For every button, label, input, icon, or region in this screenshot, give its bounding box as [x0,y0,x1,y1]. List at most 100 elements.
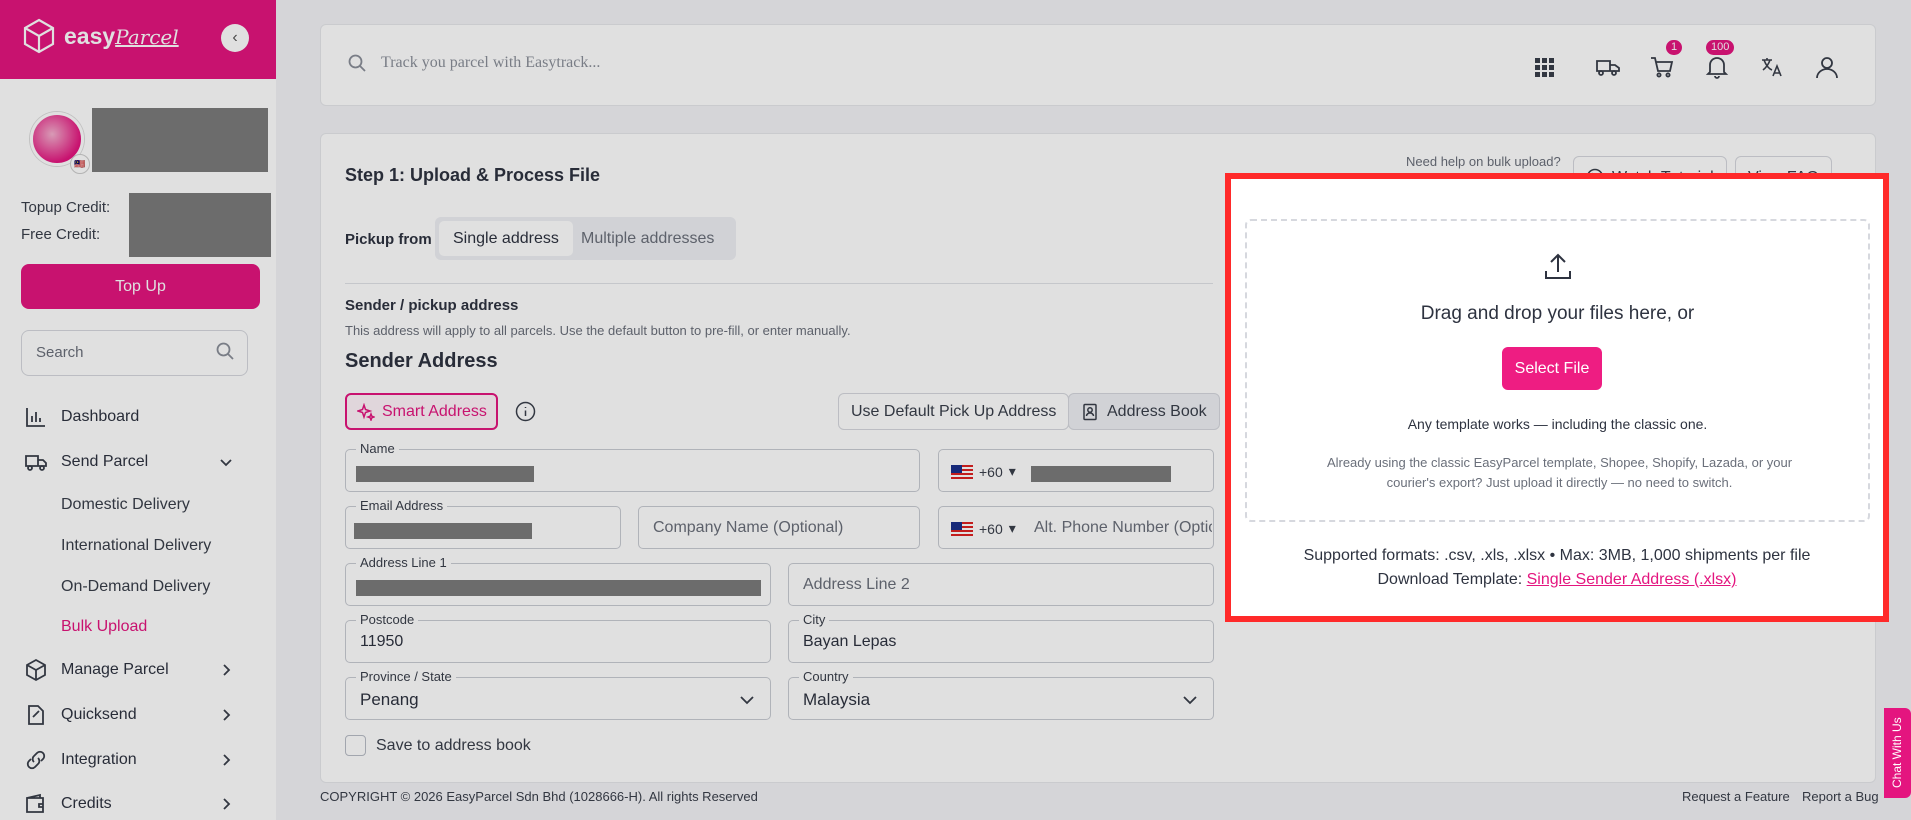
company-name-field[interactable]: Company Name (Optional) [638,506,920,549]
bell-icon[interactable] [1704,54,1730,80]
report-bug-link[interactable]: Report a Bug [1802,789,1879,804]
help-text: Need help on bulk upload? [1406,154,1561,169]
sidebar-item-quicksend[interactable]: Quicksend [24,703,248,727]
malaysia-flag-icon [951,521,973,536]
top-bar: Track you parcel with Easytrack... 1 100 [320,24,1876,106]
download-template-link[interactable]: Single Sender Address (.xlsx) [1527,571,1737,588]
email-field[interactable]: Email Address [345,498,621,549]
template-note: Any template works — including the class… [1407,416,1708,432]
upload-panel: Drag and drop your files here, or Select… [1225,173,1889,622]
download-template-row: Download Template: Single Sender Address… [1377,571,1737,588]
cart-badge: 1 [1666,40,1683,55]
user-account-icon[interactable] [1814,54,1840,80]
chevron-right-icon [223,664,231,676]
chevron-down-icon [1183,696,1197,705]
cart-icon[interactable] [1649,54,1675,80]
free-credit-label: Free Credit: [21,226,101,243]
search-icon [348,54,366,72]
track-search-input[interactable]: Track you parcel with Easytrack... [347,53,600,73]
apps-grid-icon[interactable] [1531,54,1557,80]
checkbox-box[interactable] [345,735,366,756]
phone-country-select[interactable]: +60 ▾ [951,463,1016,480]
redacted-email [354,523,532,539]
sidebar-search-input[interactable]: Search [21,330,248,376]
redacted-credit-values [129,193,271,257]
sparkle-icon [357,402,375,421]
phone-field[interactable]: +60 ▾ [938,449,1214,492]
topup-credit-label: Topup Credit: [21,199,111,216]
alt-phone-country-select[interactable]: +60 ▾ [951,520,1016,537]
help-row: Need help on bulk upload? [1406,154,1561,169]
chevron-right-icon [223,754,231,766]
pickup-from-label: Pickup from [345,231,432,248]
address-line-2-field[interactable]: Address Line 2 [788,563,1214,606]
step-title: Step 1: Upload & Process File [345,165,601,185]
save-to-address-book-checkbox[interactable]: Save to address book [345,735,531,756]
truck-icon [25,455,47,471]
document-edit-icon [28,705,44,725]
pickup-mode-toggle: Single address Multiple addresses [435,217,736,260]
chevron-down-icon [220,459,232,467]
sidebar-item-send-parcel[interactable]: Send Parcel [24,450,248,474]
redacted-address [356,580,761,596]
request-feature-link[interactable]: Request a Feature [1682,789,1790,804]
select-file-button[interactable]: Select File [1502,347,1602,390]
name-field[interactable]: Name [345,441,920,492]
country-flag-icon: 🇲🇾 [70,154,90,174]
chat-with-us-tab[interactable]: Chat With Us [1884,708,1911,798]
delivery-truck-icon[interactable] [1595,54,1621,80]
bar-chart-icon [26,408,45,427]
sidebar-item-international-delivery[interactable]: International Delivery [61,537,211,555]
info-icon[interactable] [515,401,536,422]
state-select[interactable]: Province / State Penang [345,669,771,720]
redacted-name [356,466,534,482]
sidebar-item-manage-parcel[interactable]: Manage Parcel [24,658,248,682]
single-address-option[interactable]: Single address [439,221,573,256]
malaysia-flag-icon [951,464,973,479]
notification-badge: 100 [1706,40,1735,55]
collapse-sidebar-button[interactable]: ‹ [221,24,249,52]
box-logo-icon [23,18,55,54]
chevron-right-icon [223,798,231,810]
sidebar-item-dashboard[interactable]: Dashboard [24,405,248,429]
postcode-field[interactable]: Postcode 11950 [345,612,771,663]
country-select[interactable]: Country Malaysia [788,669,1214,720]
use-default-pickup-button[interactable]: Use Default Pick Up Address [838,393,1070,430]
divider [345,283,1213,284]
multiple-addresses-option[interactable]: Multiple addresses [567,221,728,256]
package-icon [26,658,46,682]
wallet-icon [26,793,44,813]
contact-book-icon [1083,403,1097,420]
sender-address-title: Sender Address [345,350,498,372]
profile[interactable]: 🇲🇾 [30,112,90,174]
upload-icon [1545,253,1571,279]
easyparcel-logo[interactable]: easyParcel [22,18,179,54]
chevron-right-icon [223,709,231,721]
sidebar-item-bulk-upload[interactable]: Bulk Upload [61,618,147,636]
sidebar: easyParcel ‹ 🇲🇾 Topup Credit: Free Credi… [0,0,276,820]
link-icon [26,750,46,770]
chevron-down-icon [740,696,754,705]
footer-copyright: COPYRIGHT © 2026 EasyParcel Sdn Bhd (102… [320,789,758,804]
alt-phone-field[interactable]: +60▾ Alt. Phone Number (Optional) [938,506,1214,549]
sidebar-item-on-demand-delivery[interactable]: On-Demand Delivery [61,578,210,596]
sender-pickup-heading: Sender / pickup address [345,297,519,314]
supported-formats: Supported formats: .csv, .xls, .xlsx • M… [1303,547,1811,564]
address-book-button[interactable]: Address Book [1068,393,1220,430]
address-line-1-field[interactable]: Address Line 1 [345,555,771,606]
top-up-button[interactable]: Top Up [21,264,260,309]
translate-icon[interactable] [1759,54,1785,80]
search-icon [216,342,234,360]
sidebar-item-domestic-delivery[interactable]: Domestic Delivery [61,496,190,514]
file-dropzone[interactable]: Drag and drop your files here, or Select… [1245,219,1870,522]
redacted-username [92,108,268,172]
city-field[interactable]: City Bayan Lepas [788,612,1214,663]
smart-address-button[interactable]: Smart Address [345,393,498,430]
template-description: Already using the classic EasyParcel tem… [1326,455,1793,490]
sidebar-item-credits[interactable]: Credits [24,792,248,816]
sidebar-item-integration[interactable]: Integration [24,748,248,772]
redacted-phone [1031,466,1171,482]
brand-bar: easyParcel ‹ [0,0,276,79]
drop-text: Drag and drop your files here, or [1420,303,1695,324]
sender-pickup-description: This address will apply to all parcels. … [345,323,851,338]
